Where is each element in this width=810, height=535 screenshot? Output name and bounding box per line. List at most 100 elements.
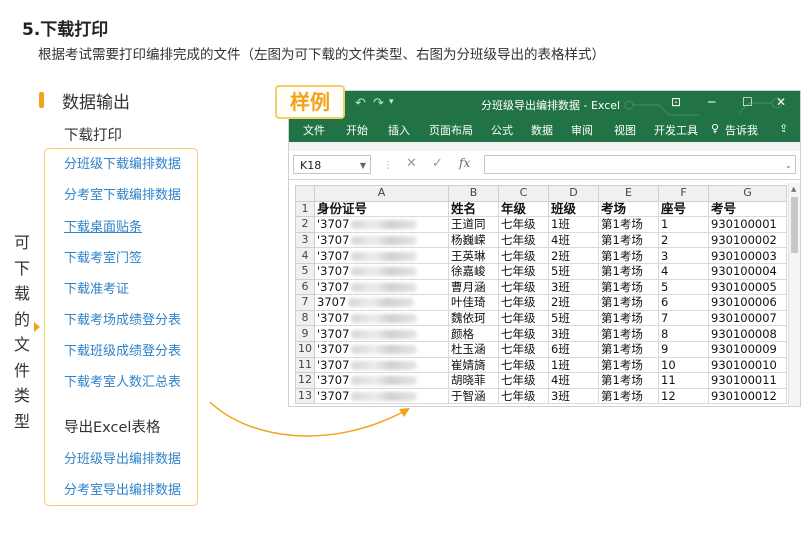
close-button[interactable]: ✕ — [776, 95, 786, 109]
cell-exam-no[interactable]: 930100009 — [708, 340, 787, 358]
cell-grade[interactable]: 七年级 — [498, 278, 549, 296]
tab-file[interactable]: 文件 — [303, 122, 325, 138]
cell-exam-no[interactable]: 930100001 — [708, 216, 787, 233]
row-number[interactable]: 12 — [295, 372, 315, 389]
cell-grade[interactable]: 七年级 — [498, 325, 549, 342]
cell-grade[interactable]: 七年级 — [498, 340, 549, 358]
column-letter-b[interactable]: B — [448, 185, 499, 202]
cell-seat[interactable]: 7 — [658, 309, 709, 327]
row-number[interactable]: 13 — [295, 387, 315, 405]
redo-icon[interactable]: ↷ — [373, 96, 384, 111]
row-number[interactable]: 9 — [295, 325, 315, 342]
cell-grade[interactable]: 七年级 — [498, 247, 549, 264]
header-cell[interactable]: 座号 — [658, 200, 709, 218]
cell-class[interactable]: 6班 — [548, 340, 599, 358]
cell-name[interactable]: 曹月涵 — [448, 278, 499, 296]
id-number-cell[interactable]: '3707 — [314, 247, 449, 264]
header-cell[interactable]: 年级 — [498, 200, 549, 218]
cell-name[interactable]: 王英琳 — [448, 247, 499, 264]
id-number-cell[interactable]: '3707 — [314, 278, 449, 296]
cell-class[interactable]: 5班 — [548, 262, 599, 280]
cell-name[interactable]: 于智涵 — [448, 387, 499, 405]
cell-seat[interactable]: 9 — [658, 340, 709, 358]
cell-exam-no[interactable]: 930100005 — [708, 278, 787, 296]
id-number-cell[interactable]: '3707 — [314, 231, 449, 249]
cell-grade[interactable]: 七年级 — [498, 356, 549, 374]
row-number[interactable]: 5 — [295, 262, 315, 280]
tab-home[interactable]: 开始 — [346, 122, 368, 138]
cell-room[interactable]: 第1考场 — [598, 294, 659, 311]
name-box[interactable]: K18 ▼ — [293, 155, 371, 174]
cell-name[interactable]: 杜玉涵 — [448, 340, 499, 358]
cell-name[interactable]: 徐嘉峻 — [448, 262, 499, 280]
scroll-up-icon[interactable]: ▲ — [791, 185, 796, 193]
column-letter-e[interactable]: E — [598, 185, 659, 202]
cell-seat[interactable]: 3 — [658, 247, 709, 264]
cell-grade[interactable]: 七年级 — [498, 387, 549, 405]
cell-room[interactable]: 第1考场 — [598, 356, 659, 374]
row-number[interactable]: 11 — [295, 356, 315, 374]
formula-input[interactable] — [484, 155, 796, 174]
cell-seat[interactable]: 6 — [658, 294, 709, 311]
tell-me-lightbulb-icon[interactable]: ♀ — [711, 122, 719, 135]
header-cell[interactable]: 身份证号 — [314, 200, 449, 218]
column-letter-a[interactable]: A — [314, 185, 449, 202]
tab-view[interactable]: 视图 — [614, 122, 636, 138]
cell-class[interactable]: 4班 — [548, 231, 599, 249]
cell-grade[interactable]: 七年级 — [498, 262, 549, 280]
cell-grade[interactable]: 七年级 — [498, 309, 549, 327]
row-number[interactable]: 8 — [295, 309, 315, 327]
share-icon[interactable]: ⇪ — [779, 122, 788, 135]
header-cell[interactable]: 考场 — [598, 200, 659, 218]
cell-seat[interactable]: 10 — [658, 356, 709, 374]
tab-insert[interactable]: 插入 — [388, 122, 410, 138]
column-letter-d[interactable]: D — [548, 185, 599, 202]
cell-seat[interactable]: 5 — [658, 278, 709, 296]
tell-me-box[interactable]: 告诉我 — [725, 122, 758, 138]
cell-grade[interactable]: 七年级 — [498, 216, 549, 233]
row-number[interactable]: 4 — [295, 247, 315, 264]
cell-class[interactable]: 1班 — [548, 216, 599, 233]
cell-room[interactable]: 第1考场 — [598, 325, 659, 342]
cell-room[interactable]: 第1考场 — [598, 247, 659, 264]
cell-room[interactable]: 第1考场 — [598, 278, 659, 296]
cell-seat[interactable]: 1 — [658, 216, 709, 233]
cell-name[interactable]: 王道同 — [448, 216, 499, 233]
cell-name[interactable]: 胡晓菲 — [448, 372, 499, 389]
row-number[interactable]: 7 — [295, 294, 315, 311]
quick-access-dropdown-icon[interactable]: ▾ — [389, 97, 394, 107]
row-number[interactable]: 3 — [295, 231, 315, 249]
cell-class[interactable]: 3班 — [548, 325, 599, 342]
cell-exam-no[interactable]: 930100006 — [708, 294, 787, 311]
id-number-cell[interactable]: '3707 — [314, 216, 449, 233]
column-letter-f[interactable]: F — [658, 185, 709, 202]
id-number-cell[interactable]: '3707 — [314, 372, 449, 389]
cell-room[interactable]: 第1考场 — [598, 372, 659, 389]
undo-icon[interactable]: ↶ — [355, 96, 366, 111]
row-number[interactable]: 2 — [295, 216, 315, 233]
insert-function-icon[interactable]: fx — [459, 156, 470, 170]
cell-room[interactable]: 第1考场 — [598, 340, 659, 358]
tab-review[interactable]: 审阅 — [571, 122, 593, 138]
cell-seat[interactable]: 11 — [658, 372, 709, 389]
cell-room[interactable]: 第1考场 — [598, 231, 659, 249]
cell-exam-no[interactable]: 930100010 — [708, 356, 787, 374]
confirm-entry-icon[interactable]: ✓ — [432, 156, 443, 171]
cell-class[interactable]: 3班 — [548, 387, 599, 405]
cell-class[interactable]: 1班 — [548, 356, 599, 374]
cell-class[interactable]: 2班 — [548, 247, 599, 264]
cell-name[interactable]: 崔婧旖 — [448, 356, 499, 374]
cell-room[interactable]: 第1考场 — [598, 262, 659, 280]
cell-room[interactable]: 第1考场 — [598, 216, 659, 233]
cell-seat[interactable]: 4 — [658, 262, 709, 280]
minimize-button[interactable]: ─ — [708, 95, 715, 109]
cell-grade[interactable]: 七年级 — [498, 294, 549, 311]
id-number-cell[interactable]: 3707 — [314, 294, 449, 311]
cell-exam-no[interactable]: 930100008 — [708, 325, 787, 342]
cell-exam-no[interactable]: 930100007 — [708, 309, 787, 327]
header-cell[interactable]: 姓名 — [448, 200, 499, 218]
id-number-cell[interactable]: '3707 — [314, 387, 449, 405]
formula-expand-icon[interactable]: ⌄ — [785, 161, 792, 170]
id-number-cell[interactable]: '3707 — [314, 309, 449, 327]
select-all-corner[interactable] — [295, 185, 315, 202]
